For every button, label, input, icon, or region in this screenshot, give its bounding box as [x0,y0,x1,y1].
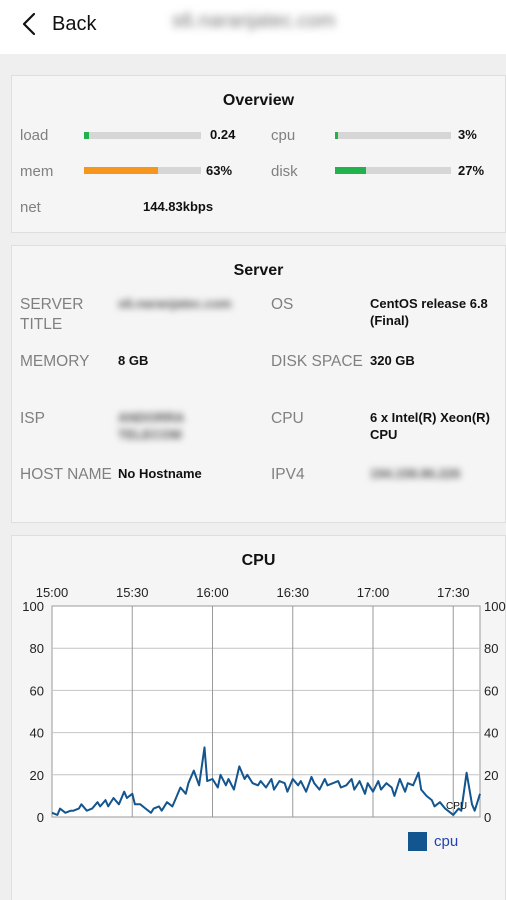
disk-space-value: 320 GB [370,353,415,368]
chart-legend[interactable]: cpu [408,832,458,851]
server-title-label: SERVER TITLE [20,296,84,333]
host-name-value: No Hostname [118,466,202,481]
metric-cpu-label: cpu [271,127,296,144]
back-label: Back [52,12,97,35]
metric-disk-value: 27% [458,163,485,178]
isp-value: ANDORRA TELECOM [118,410,184,442]
back-button[interactable]: Back [20,9,96,39]
host-title: s6.naranjatec.com [172,10,336,32]
x-tick-label: 17:00 [357,585,390,600]
host-name-label: HOST NAME [20,466,112,483]
y-tick-label-left: 100 [22,599,44,614]
metric-load-label: load [20,127,49,144]
metric-mem-label: mem [20,163,54,180]
disk-space-label: DISK SPACE [271,353,363,370]
y-tick-label-right: 20 [484,768,498,783]
metric-mem-bar [84,167,201,174]
metric-disk-fill [335,167,367,174]
y-tick-label-right: 60 [484,683,498,698]
server-card: Server SERVER TITLE s6.naranjatec.com OS… [11,245,506,523]
metric-disk-bar [335,167,451,174]
ipv4-label: IPV4 [271,466,305,483]
ipv4-value: 194.158.86.226 [370,466,461,481]
plot-area [51,605,481,818]
server-title: Server [233,262,284,279]
y-tick-label-right: 0 [484,810,491,825]
y-tick-label-left: 20 [30,768,44,783]
x-tick-label: 15:30 [116,585,149,600]
x-tick-label: 15:00 [36,585,69,600]
legend-swatch [408,832,427,851]
x-tick-label: 17:30 [437,585,470,600]
metric-mem-fill [84,167,158,174]
metric-net-value: 144.83kbps [143,199,214,214]
memory-label: MEMORY [20,353,90,370]
legend-label: cpu [434,833,459,850]
y-tick-label-right: 100 [484,599,506,614]
metric-load-value: 0.24 [210,127,236,142]
os-label: OS [271,296,294,313]
y-tick-label-right: 40 [484,726,498,741]
top-bar: Back s6.naranjatec.com [0,0,506,54]
cpu-chart: 0 020 2040 4060 6080 80100 10015:00 15:30 16:00 1… [22,585,506,825]
isp-label: ISP [20,410,45,427]
os-value: CentOS release 6.8 (Final) [370,296,488,328]
cpu-chart-card: CPU 0 0 20 20 40 40 60 60 80 80 100 100 15:00 15:30 16… [11,535,506,900]
overview-card: Overview load 0.24 cpu 3% mem 63% disk 2… [11,75,506,233]
metric-disk-label: disk [271,163,298,180]
metric-mem-value: 63% [206,163,233,178]
y-tick-label-left: 60 [30,683,44,698]
cpu-value: 6 x Intel(R) Xeon(R) CPU [370,410,490,442]
x-tick-label: 16:00 [196,585,229,600]
cpu-label: CPU [271,410,304,427]
metric-load-fill [84,132,89,139]
metric-load-bar [84,132,201,139]
metric-cpu-value: 3% [458,127,477,142]
metric-net-label: net [20,199,41,216]
x-tick-label: 16:30 [276,585,309,600]
metric-cpu-bar [335,132,451,139]
overview-title: Overview [222,92,295,109]
series-annotation: CPU [446,801,467,812]
y-tick-label-left: 40 [30,726,44,741]
y-tick-label-left: 0 [37,810,44,825]
server-title-value: s6.naranjatec.com [118,296,232,311]
y-tick-label-right: 80 [484,641,498,656]
chevron-left-icon [22,12,36,36]
memory-value: 8 GB [118,353,149,368]
metric-cpu-fill [335,132,339,139]
y-tick-label-left: 80 [30,641,44,656]
